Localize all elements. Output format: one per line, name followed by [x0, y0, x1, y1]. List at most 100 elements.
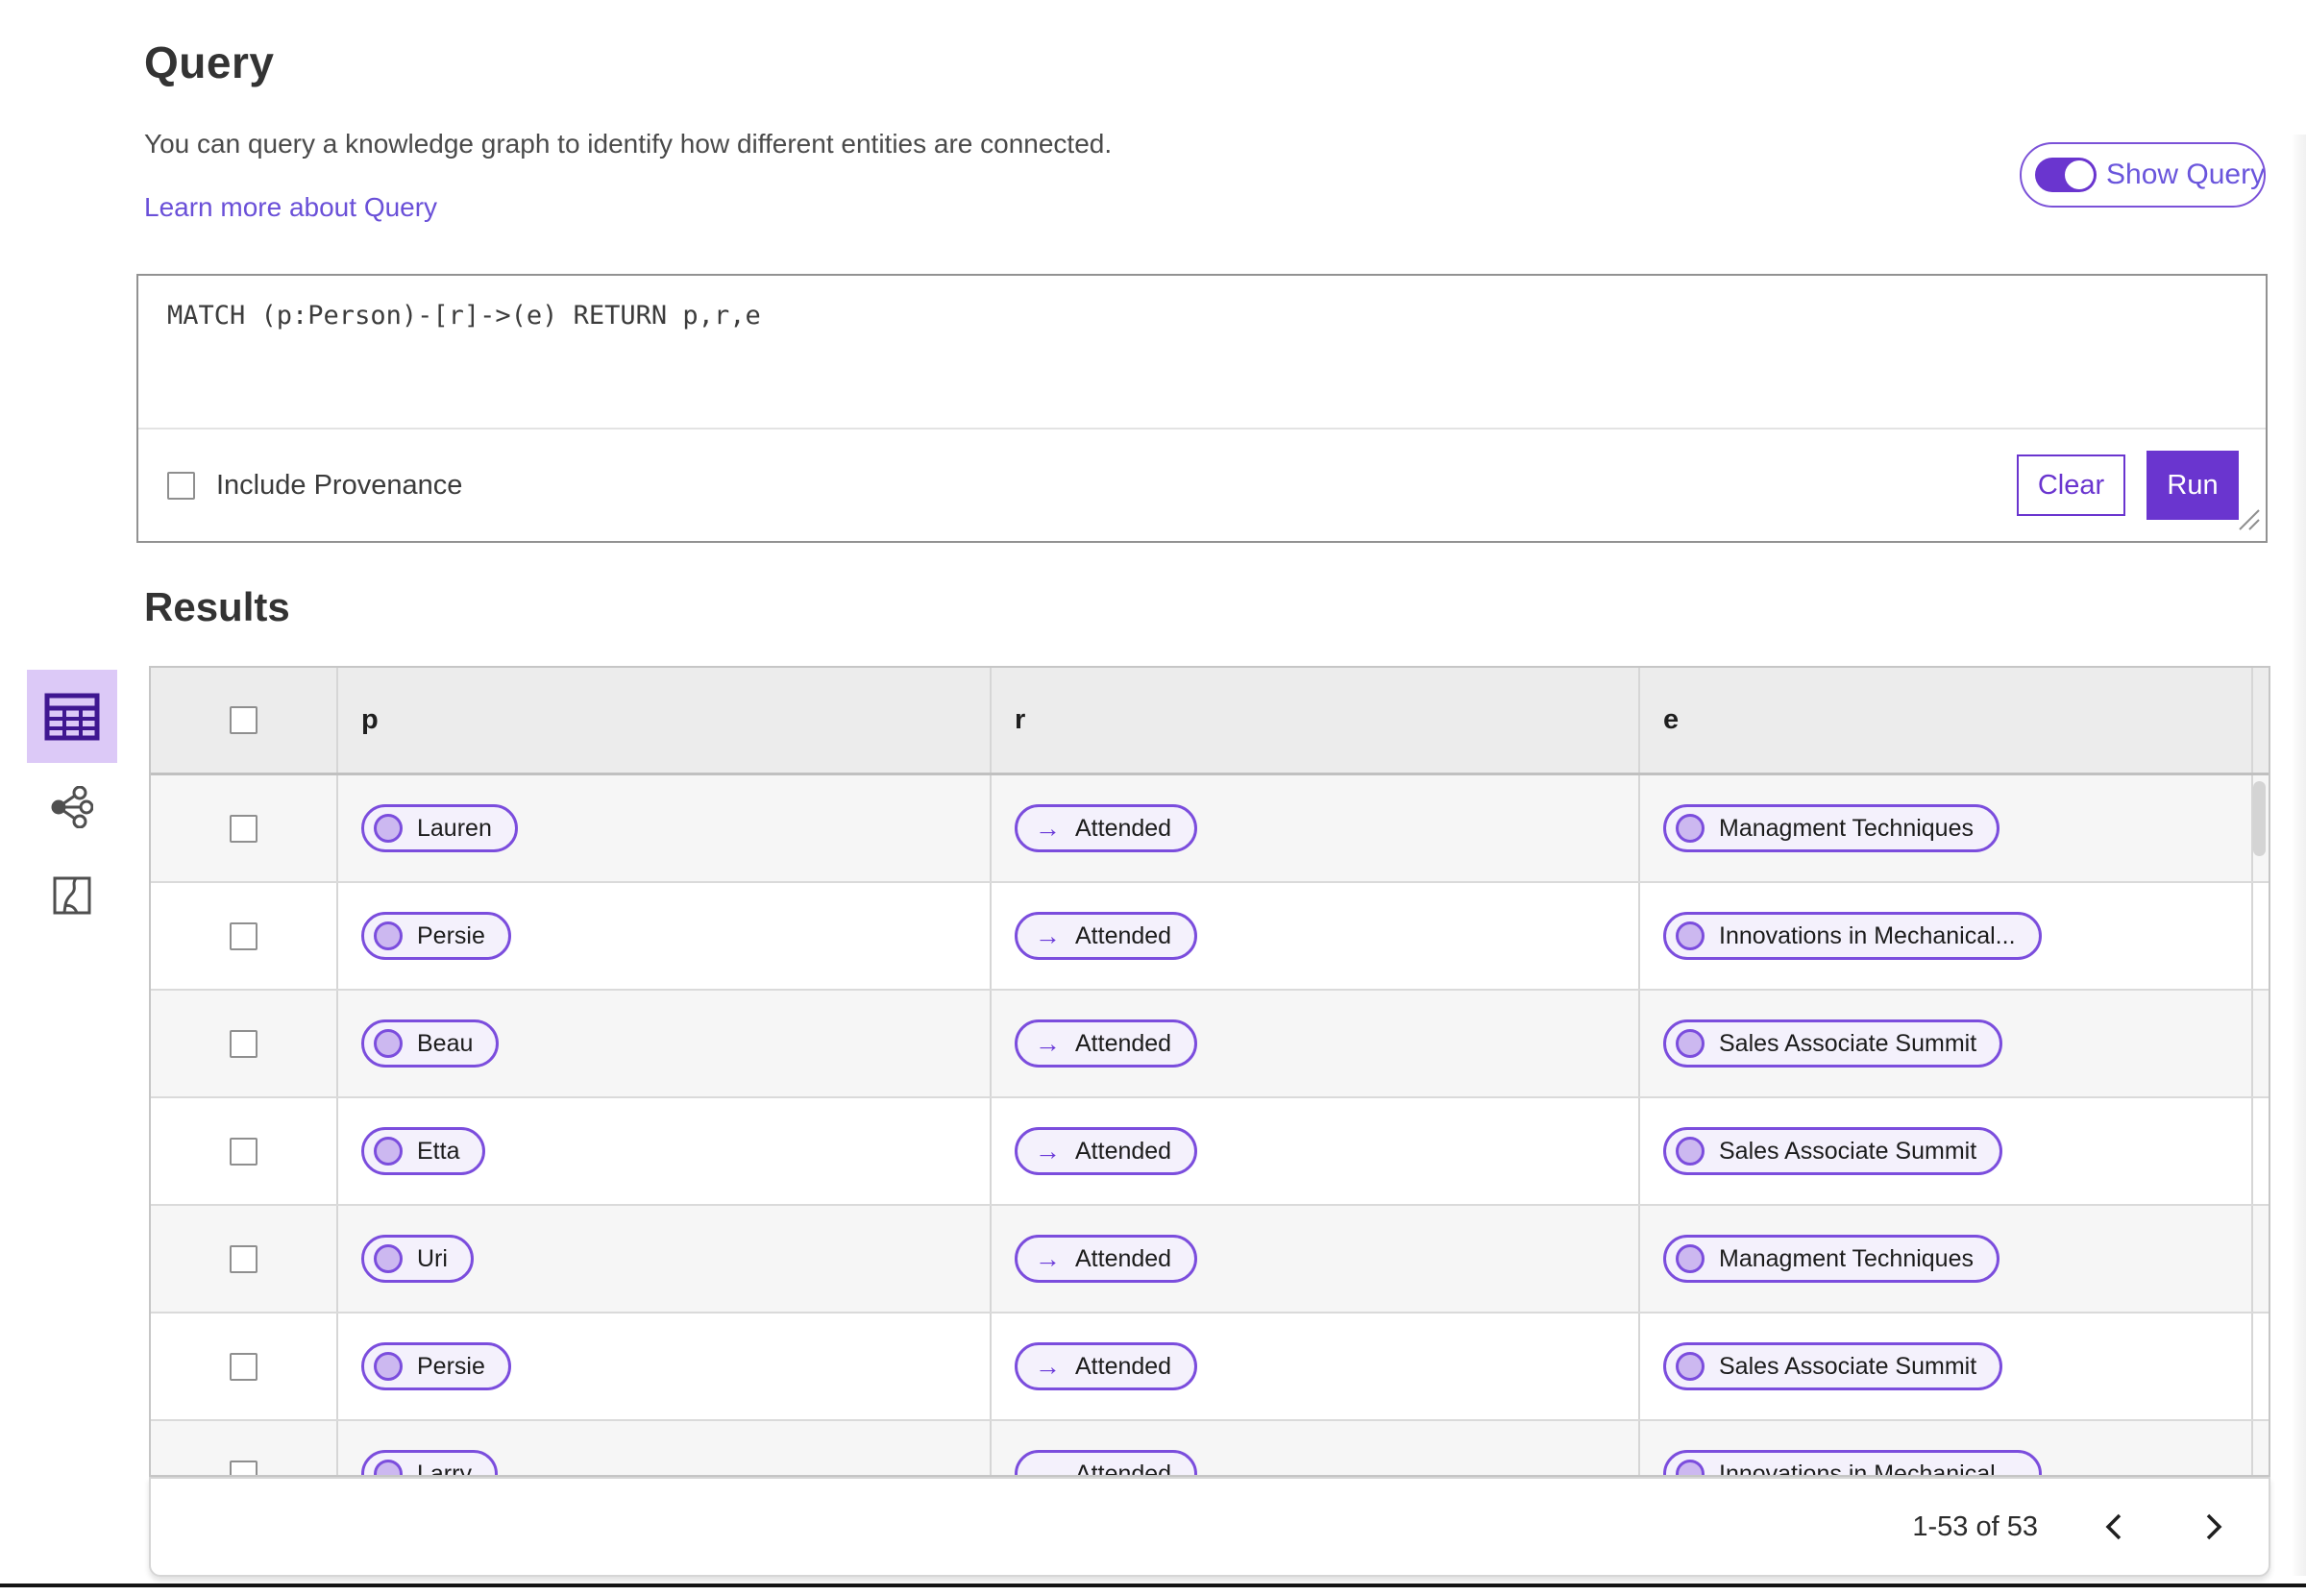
arrow-right-icon: →: [1035, 1136, 1061, 1166]
learn-more-link[interactable]: Learn more about Query: [144, 192, 437, 223]
entity-node-icon: [1676, 1029, 1705, 1058]
entity-pill[interactable]: Sales Associate Summit: [1663, 1019, 2003, 1068]
column-header-e: e: [1663, 704, 1680, 735]
entity-label: Sales Associate Summit: [1719, 1137, 1977, 1165]
entity-pill[interactable]: Larry: [361, 1450, 498, 1475]
entity-pill[interactable]: Sales Associate Summit: [1663, 1127, 2003, 1175]
entity-pill[interactable]: Managment Techniques: [1663, 1235, 1999, 1283]
entity-label: Sales Associate Summit: [1719, 1352, 1977, 1380]
arrow-right-icon: →: [1035, 1351, 1061, 1381]
entity-pill[interactable]: Persie: [361, 912, 511, 960]
entity-node-icon: [374, 1244, 403, 1273]
table-scrollbar-thumb[interactable]: [2253, 781, 2266, 856]
query-editor[interactable]: MATCH (p:Person)-[r]->(e) RETURN p,r,e: [138, 276, 2266, 430]
show-query-toggle[interactable]: Show Query: [2020, 142, 2266, 208]
entity-label: Innovations in Mechanical...: [1719, 921, 2016, 949]
column-header-p: p: [361, 704, 379, 735]
entity-node-icon: [374, 1352, 403, 1381]
entity-label: Managment Techniques: [1719, 814, 1974, 842]
row-checkbox[interactable]: [230, 814, 258, 843]
relation-pill[interactable]: → Attended: [1015, 804, 1198, 852]
entity-node-icon: [1676, 921, 1705, 950]
entity-node-icon: [374, 814, 403, 843]
entity-pill[interactable]: Innovations in Mechanical...: [1663, 1450, 2042, 1477]
page-description: You can query a knowledge graph to ident…: [144, 129, 1113, 159]
entity-pill[interactable]: Persie: [361, 1342, 511, 1390]
row-checkbox[interactable]: [230, 1352, 258, 1381]
entity-node-icon: [1676, 1137, 1705, 1166]
pagination-bar: 1-53 of 53: [149, 1477, 2270, 1577]
table-row: Larry → Attended Innovations in Mechanica…: [151, 1421, 2269, 1477]
map-icon: [53, 876, 91, 915]
view-button-table[interactable]: [27, 670, 117, 763]
relation-pill[interactable]: → Attended: [1015, 1450, 1198, 1477]
relation-label: Attended: [1075, 1460, 1172, 1477]
relation-pill[interactable]: → Attended: [1015, 1235, 1198, 1283]
entity-node-icon: [1676, 1460, 1705, 1475]
entity-pill[interactable]: Uri: [361, 1235, 474, 1283]
entity-pill[interactable]: Innovations in Mechanical...: [1663, 912, 2042, 960]
run-button[interactable]: Run: [2147, 451, 2239, 520]
row-checkbox[interactable]: [230, 921, 258, 950]
table-row: Beau → Attended Sales Associate Summit: [151, 991, 2269, 1098]
relation-label: Attended: [1075, 1244, 1172, 1272]
query-page: Query You can query a knowledge graph to…: [0, 0, 2306, 1596]
relation-label: Attended: [1075, 1137, 1172, 1165]
graph-network-icon: [51, 786, 93, 828]
column-header-r: r: [1015, 704, 1026, 735]
select-all-checkbox[interactable]: [230, 706, 258, 734]
entity-node-icon: [1676, 1244, 1705, 1273]
table-header-row: p r e: [151, 668, 2269, 775]
entity-node-icon: [1676, 1352, 1705, 1381]
chevron-right-icon[interactable]: [2192, 1506, 2234, 1548]
table-row: Persie → Attended Innovations in Mechanic…: [151, 883, 2269, 991]
toggle-knob: [2065, 160, 2094, 189]
arrow-right-icon: →: [1035, 1459, 1061, 1477]
entity-label: Etta: [417, 1137, 460, 1165]
entity-pill[interactable]: Managment Techniques: [1663, 804, 1999, 852]
relation-pill[interactable]: → Attended: [1015, 1019, 1198, 1068]
table-row: Etta → Attended Sales Associate Summit: [151, 1098, 2269, 1206]
view-button-map[interactable]: [45, 869, 99, 922]
chevron-left-icon[interactable]: [2094, 1506, 2136, 1548]
relation-pill[interactable]: → Attended: [1015, 1342, 1198, 1390]
entity-label: Innovations in Mechanical...: [1719, 1460, 2016, 1477]
entity-node-icon: [1676, 814, 1705, 843]
entity-pill[interactable]: Etta: [361, 1127, 486, 1175]
clear-button[interactable]: Clear: [2017, 454, 2125, 516]
include-provenance-checkbox[interactable]: [167, 471, 195, 500]
entity-node-icon: [374, 1460, 403, 1475]
relation-label: Attended: [1075, 1029, 1172, 1057]
row-checkbox[interactable]: [230, 1029, 258, 1058]
view-button-graph[interactable]: [45, 780, 99, 834]
pagination-range-label: 1-53 of 53: [1912, 1510, 2038, 1542]
results-title: Results: [144, 584, 290, 629]
entity-label: Persie: [417, 1352, 485, 1380]
entity-label: Uri: [417, 1244, 448, 1272]
entity-label: Sales Associate Summit: [1719, 1029, 1977, 1057]
entity-pill[interactable]: Lauren: [361, 804, 518, 852]
entity-pill[interactable]: Beau: [361, 1019, 500, 1068]
relation-pill[interactable]: → Attended: [1015, 1127, 1198, 1175]
entity-label: Beau: [417, 1029, 474, 1057]
entity-label: Persie: [417, 921, 485, 949]
resize-grip-icon[interactable]: [2236, 506, 2261, 536]
table-row: Uri → Attended Managment Techniques: [151, 1206, 2269, 1314]
table-icon: [44, 693, 100, 740]
arrow-right-icon: →: [1035, 1028, 1061, 1058]
table-row: Persie → Attended Sales Associate Summit: [151, 1314, 2269, 1421]
toggle-switch-icon[interactable]: [2035, 158, 2097, 192]
arrow-right-icon: →: [1035, 813, 1061, 843]
table-row: Lauren → Attended Managment Techniques: [151, 775, 2269, 883]
row-checkbox[interactable]: [230, 1244, 258, 1273]
relation-pill[interactable]: → Attended: [1015, 912, 1198, 960]
entity-node-icon: [374, 1029, 403, 1058]
query-panel: MATCH (p:Person)-[r]->(e) RETURN p,r,e I…: [136, 274, 2268, 543]
page-scrollbar-shade: [2291, 135, 2306, 1576]
entity-pill[interactable]: Sales Associate Summit: [1663, 1342, 2003, 1390]
row-checkbox[interactable]: [230, 1460, 258, 1475]
arrow-right-icon: →: [1035, 921, 1061, 950]
show-query-label: Show Query: [2106, 159, 2266, 190]
row-checkbox[interactable]: [230, 1137, 258, 1166]
relation-label: Attended: [1075, 921, 1172, 949]
